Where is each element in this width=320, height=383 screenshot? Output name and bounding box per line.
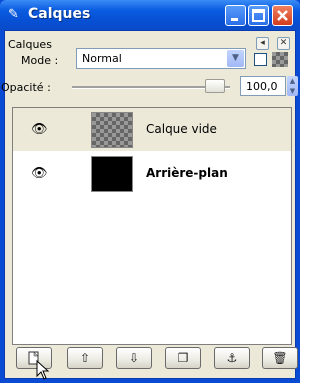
layer-thumbnail bbox=[91, 156, 133, 192]
close-button[interactable] bbox=[272, 5, 293, 26]
gimp-layers-icon: ✎ bbox=[8, 7, 19, 22]
mode-label: Mode : bbox=[21, 54, 59, 67]
alpha-lock-icon bbox=[272, 52, 288, 67]
layer-row[interactable]: 👁 Arrière-plan bbox=[13, 152, 291, 195]
trash-icon: 🗑 bbox=[272, 351, 288, 365]
close-tab-icon: ✕ bbox=[279, 38, 288, 48]
delete-layer-button[interactable]: 🗑 bbox=[262, 347, 298, 369]
tab-menu-button[interactable]: ◂ bbox=[256, 37, 269, 50]
opacity-slider-thumb[interactable] bbox=[205, 79, 225, 93]
panel-header-label: Calques bbox=[8, 38, 52, 51]
arrow-up-icon: ⇧ bbox=[79, 351, 91, 365]
layer-list[interactable]: 👁 Calque vide 👁 Arrière-plan bbox=[12, 107, 292, 345]
layer-name[interactable]: Arrière-plan bbox=[146, 166, 228, 180]
layer-row[interactable]: 👁 Calque vide bbox=[13, 108, 291, 151]
opacity-label: Opacité : bbox=[1, 81, 51, 94]
opacity-spin-buttons[interactable]: ▲ ▼ bbox=[287, 76, 298, 96]
layer-thumbnail bbox=[91, 112, 133, 148]
maximize-button[interactable] bbox=[248, 5, 269, 26]
spin-up-icon[interactable]: ▲ bbox=[290, 77, 295, 85]
duplicate-layer-button[interactable]: ❐ bbox=[165, 347, 201, 369]
opacity-input[interactable]: 100,0 bbox=[240, 76, 286, 96]
maximize-icon bbox=[252, 9, 265, 22]
mouse-cursor-icon bbox=[36, 360, 50, 380]
window-title: Calques bbox=[28, 6, 91, 22]
spin-down-icon[interactable]: ▼ bbox=[290, 87, 295, 95]
lower-layer-button[interactable]: ⇩ bbox=[116, 347, 152, 369]
title-bar[interactable]: ✎ Calques bbox=[0, 0, 300, 30]
mode-select[interactable]: Normal ▼ bbox=[76, 48, 246, 69]
duplicate-icon: ❐ bbox=[177, 351, 189, 365]
triangle-left-icon: ◂ bbox=[260, 38, 265, 48]
chevron-down-icon[interactable]: ▼ bbox=[227, 50, 244, 67]
opacity-value: 100,0 bbox=[246, 80, 278, 93]
layers-window: ✎ Calques Calques ◂ ✕ Mode : Normal ▼ Op… bbox=[0, 0, 300, 383]
arrow-down-icon: ⇩ bbox=[128, 351, 140, 365]
eye-icon[interactable]: 👁 bbox=[31, 166, 48, 181]
minimize-icon bbox=[231, 18, 238, 21]
anchor-icon: ⚓ bbox=[226, 351, 238, 365]
mode-value: Normal bbox=[82, 52, 122, 65]
close-icon bbox=[277, 10, 288, 21]
lock-alpha-checkbox[interactable] bbox=[254, 53, 267, 66]
raise-layer-button[interactable]: ⇧ bbox=[67, 347, 103, 369]
eye-icon[interactable]: 👁 bbox=[31, 122, 48, 137]
close-tab-button[interactable]: ✕ bbox=[277, 37, 290, 50]
minimize-button[interactable] bbox=[225, 5, 246, 26]
layer-name[interactable]: Calque vide bbox=[146, 122, 217, 136]
layer-toolbar: ⇧ ⇩ ❐ ⚓ 🗑 bbox=[12, 345, 298, 375]
anchor-layer-button[interactable]: ⚓ bbox=[214, 347, 250, 369]
